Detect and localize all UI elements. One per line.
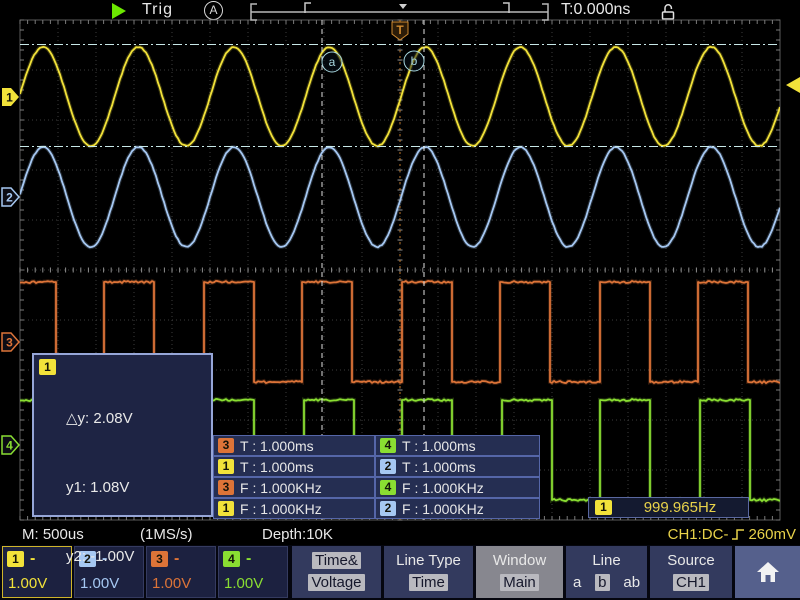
svg-text:T: T [396, 23, 404, 37]
channel-badge: 4 [380, 480, 396, 495]
channel-badge: 2 [380, 459, 396, 474]
svg-text:1: 1 [6, 91, 13, 105]
channel-badge: 3 [218, 438, 234, 453]
measurement-value: T : 1.000ms [402, 438, 476, 454]
window-position-pointer [399, 4, 407, 9]
measurement-value: F : 1.000KHz [402, 480, 484, 496]
cursor-readouts: △y: 2.08V y1: 1.08V y2: -1.00V △x: 1.010… [66, 361, 153, 600]
channel-badge: 1 [218, 501, 234, 516]
svg-text:4: 4 [6, 439, 13, 453]
measurement-value: F : 1.000KHz [240, 501, 322, 517]
measurement-cell: 4 T : 1.000ms [375, 435, 540, 456]
frequency-value: 999.965Hz [612, 499, 748, 516]
channel-badge: 1 [218, 459, 234, 474]
svg-text:b: b [411, 54, 418, 68]
measurement-cell: 2 T : 1.000ms [375, 456, 540, 477]
cursor-row-y2: y2: -1.00V [66, 545, 153, 568]
oscilloscope-screen: ab1234T Trig A T:0.000ns 1 △y: 2.08V y1:… [0, 0, 800, 600]
channel-badge: 4 [380, 438, 396, 453]
cursor-row-y1: y1: 1.08V [66, 476, 153, 499]
measurement-value: F : 1.000KHz [240, 480, 322, 496]
measurement-value: T : 1.000ms [402, 459, 476, 475]
measurement-value: T : 1.000ms [240, 459, 314, 475]
channel-badge: 1 [595, 500, 612, 515]
measurement-cell: 1 F : 1.000KHz [213, 498, 375, 519]
cursor-measure-box: 1 △y: 2.08V y1: 1.08V y2: -1.00V △x: 1.0… [32, 353, 213, 517]
channel-badge: 2 [380, 501, 396, 516]
measurement-panel: 3 T : 1.000ms 4 T : 1.000ms 1 T : 1.000ms 2… [213, 435, 540, 519]
svg-text:2: 2 [6, 191, 13, 205]
measurement-value: T : 1.000ms [240, 438, 314, 454]
memory-window-indicator [251, 3, 548, 20]
cursor-row-dy: △y: 2.08V [66, 407, 153, 430]
measurement-cell: 3 T : 1.000ms [213, 435, 375, 456]
channel-badge: 1 [39, 359, 56, 375]
svg-text:3: 3 [6, 336, 13, 350]
channel-badge: 3 [218, 480, 234, 495]
measurement-cell: 1 T : 1.000ms [213, 456, 375, 477]
measurement-value: F : 1.000KHz [402, 501, 484, 517]
frequency-counter: 1 999.965Hz [588, 497, 749, 518]
measurement-cell: 3 F : 1.000KHz [213, 477, 375, 498]
measurement-cell: 4 F : 1.000KHz [375, 477, 540, 498]
measurement-cell: 2 F : 1.000KHz [375, 498, 540, 519]
trigger-level-marker[interactable] [786, 77, 800, 93]
svg-text:a: a [329, 55, 336, 69]
